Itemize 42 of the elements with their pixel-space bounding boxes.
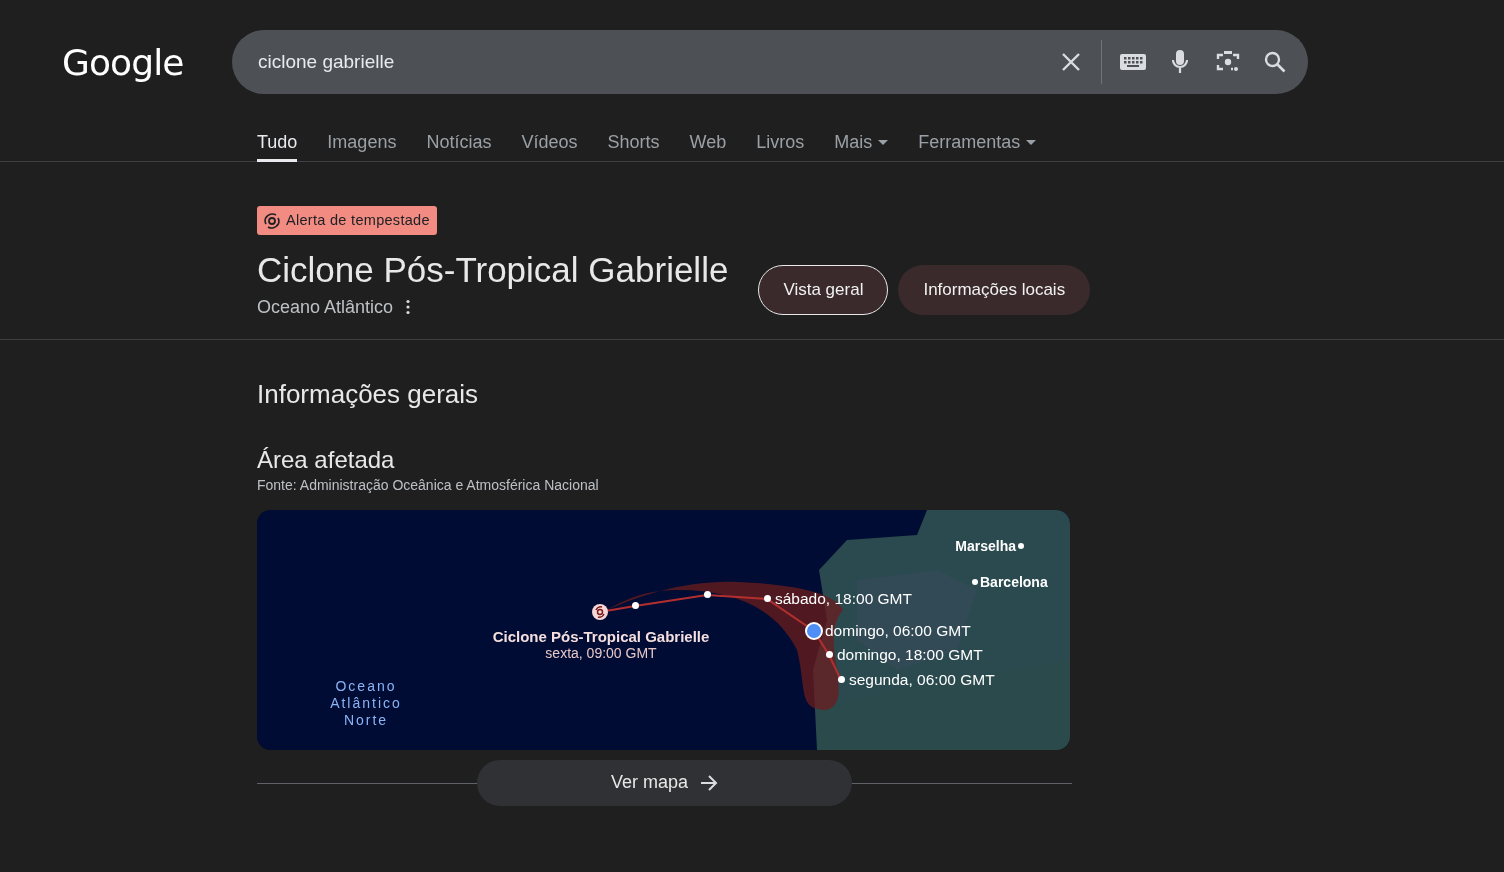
- search-tab[interactable]: Imagens: [327, 126, 397, 162]
- cyclone-marker: [592, 603, 608, 620]
- search-tab[interactable]: Notícias: [426, 126, 492, 162]
- google-logo[interactable]: Google: [62, 42, 184, 83]
- arrow-right-icon: [700, 774, 718, 791]
- search-tab[interactable]: Ferramentas: [918, 126, 1037, 162]
- forecast-time-label: domingo, 18:00 GMT: [837, 645, 983, 664]
- caret-icon: [1026, 140, 1037, 145]
- view-map-button[interactable]: Ver mapa: [477, 759, 852, 806]
- search-icon[interactable]: [1264, 51, 1286, 73]
- city-label: Barcelona: [980, 573, 1048, 590]
- storm-alert-badge: Alerta de tempestade: [257, 206, 437, 235]
- search-tab[interactable]: Web: [689, 126, 727, 162]
- storm-title: Ciclone Pós-Tropical Gabrielle: [257, 249, 729, 290]
- search-tab[interactable]: Vídeos: [521, 126, 578, 162]
- caret-icon: [878, 140, 889, 145]
- city-label: Marselha: [955, 537, 1016, 554]
- storm-time-label: sexta, 09:00 GMT: [545, 644, 657, 661]
- search-tab[interactable]: Livros: [756, 126, 805, 162]
- search-query: ciclone gabrielle: [258, 49, 396, 74]
- search-tab[interactable]: Tudo: [257, 126, 298, 162]
- microphone-icon[interactable]: [1170, 49, 1190, 75]
- forecast-time-label: sábado, 18:00 GMT: [775, 589, 912, 608]
- search-tab[interactable]: Shorts: [607, 126, 660, 162]
- source-text: Fonte: Administração Oceânica e Atmosférica Nacional: [257, 475, 600, 494]
- view-chip[interactable]: Vista geral: [758, 265, 889, 315]
- cyclone-icon: [264, 212, 280, 229]
- forecast-time-label: domingo, 06:00 GMT: [825, 621, 971, 640]
- search-tab[interactable]: Mais: [834, 126, 889, 162]
- map-drawing[interactable]: [257, 509, 1070, 750]
- ocean-label: Oceano Atlântico Norte: [329, 677, 403, 729]
- storm-name-label: Ciclone Pós-Tropical Gabrielle: [492, 627, 710, 645]
- camera-search-icon[interactable]: [1216, 50, 1240, 74]
- forecast-time-label: segunda, 06:00 GMT: [849, 670, 995, 689]
- location-subtitle: Oceano Atlântico: [257, 295, 394, 319]
- search-field[interactable]: ciclone gabrielle: [232, 30, 1308, 94]
- section-heading: Informações gerais: [257, 377, 480, 410]
- more-options-icon[interactable]: [405, 299, 412, 315]
- card-title: Área afetada: [257, 445, 396, 474]
- keyboard-icon[interactable]: [1120, 52, 1146, 72]
- close-icon[interactable]: [1060, 51, 1082, 73]
- view-chip[interactable]: Informações locais: [898, 265, 1091, 315]
